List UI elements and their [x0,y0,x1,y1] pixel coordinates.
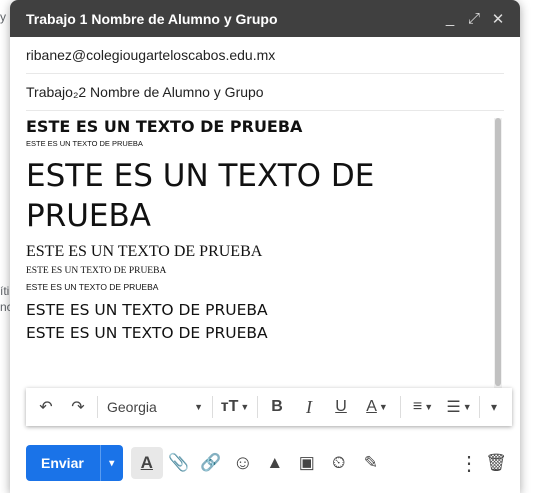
toolbar-divider [257,396,258,418]
close-icon[interactable]: ✕ [486,7,510,31]
body-line: ESTE ES UN TEXTO DE PRUEBA [26,301,268,319]
body-line: ESTE ES UN TEXTO DE [26,158,375,194]
more-formatting-icon[interactable]: ▾ [483,392,505,422]
signature-icon[interactable]: ✎ [355,447,387,479]
font-family-select[interactable]: Georgia ▼ [101,392,209,422]
undo-icon[interactable]: ↶ [30,392,62,422]
compose-actions-bar: Enviar ▾ A 📎 🔗 ☺ ▲ ▣ ⏲ ✎ ⋮ 🗑 [26,444,510,482]
align-button[interactable]: ≡ ▼ [404,392,442,422]
recipients-field[interactable]: ribanez@colegiougarteloscabos.edu.mx [26,37,504,74]
confidential-mode-icon[interactable]: ⏲ [323,447,355,479]
redo-icon[interactable]: ↷ [62,392,94,422]
send-button[interactable]: Enviar [26,445,100,481]
italic-button[interactable]: I [293,392,325,422]
toolbar-divider [400,396,401,418]
align-icon: ≡ [412,398,423,415]
subject-field[interactable]: Trabajo₂2 Nombre de Alumno y Grupo [26,74,504,111]
bold-button[interactable]: B [261,392,293,422]
photo-icon[interactable]: ▣ [291,447,323,479]
underline-button[interactable]: U [325,392,357,422]
body-line: ESTE ES UN TEXTO DE PRUEBA [26,117,303,136]
link-icon[interactable]: 🔗 [195,447,227,479]
background-text: y [0,10,6,24]
body-line: ESTE ES UN TEXTO DE PRUEBA [26,282,159,292]
font-family-value: Georgia [107,399,157,415]
recipient-email[interactable]: ribanez@colegiougarteloscabos.edu.mx [26,47,275,63]
chevron-down-icon: ▼ [378,402,388,412]
chevron-down-icon: ▼ [462,402,472,412]
drive-icon[interactable]: ▲ [259,447,291,479]
font-size-button[interactable]: ᴛT ▼ [216,392,254,422]
more-options-icon[interactable]: ⋮ [456,447,482,479]
message-body[interactable]: ESTE ES UN TEXTO DE PRUEBA ESTE ES UN TE… [26,114,496,384]
toolbar-divider [212,396,213,418]
send-button-group: Enviar ▾ [26,445,123,481]
compose-window: Trabajo 1 Nombre de Alumno y Grupo _ ⤢ ✕… [10,0,520,493]
delete-icon[interactable]: 🗑 [482,447,510,479]
list-icon: ☰ [446,399,461,416]
font-size-icon: ᴛT [220,398,239,415]
text-color-icon: A [366,398,377,415]
emoji-icon[interactable]: ☺ [227,447,259,479]
body-line: PRUEBA [26,198,151,234]
chevron-down-icon: ▼ [424,402,434,412]
body-line: ESTE ES UN TEXTO DE PRUEBA [26,243,263,260]
toolbar-divider [479,396,480,418]
minimize-icon[interactable]: _ [438,7,462,31]
compose-title: Trabajo 1 Nombre de Alumno y Grupo [26,10,278,27]
toolbar-divider [97,396,98,418]
text-color-button[interactable]: A ▼ [357,392,397,422]
body-line: ESTE ES UN TEXTO DE PRUEBA [26,324,268,342]
chevron-down-icon: ▼ [240,402,250,412]
chevron-down-icon: ▼ [194,402,203,412]
numbered-list-button[interactable]: ☰ ▼ [442,392,476,422]
attach-icon[interactable]: 📎 [163,447,195,479]
subject-text[interactable]: Trabajo₂2 Nombre de Alumno y Grupo [26,84,264,100]
scrollbar-thumb[interactable] [495,118,501,386]
background-text: íti [0,284,10,298]
body-line: ESTE ES UN TEXTO DE PRUEBA [26,139,143,148]
body-line: ESTE ES UN TEXTO DE PRUEBA [26,266,167,276]
formatting-toolbar: ↶ ↷ Georgia ▼ ᴛT ▼ B I U A ▼ ≡ ▼ ☰ ▼ ▾ [26,388,512,426]
expand-icon[interactable]: ⤢ [462,7,486,31]
compose-title-bar[interactable]: Trabajo 1 Nombre de Alumno y Grupo _ ⤢ ✕ [10,0,520,37]
formatting-options-icon[interactable]: A [130,447,163,479]
send-options-chevron-icon[interactable]: ▾ [99,445,123,481]
